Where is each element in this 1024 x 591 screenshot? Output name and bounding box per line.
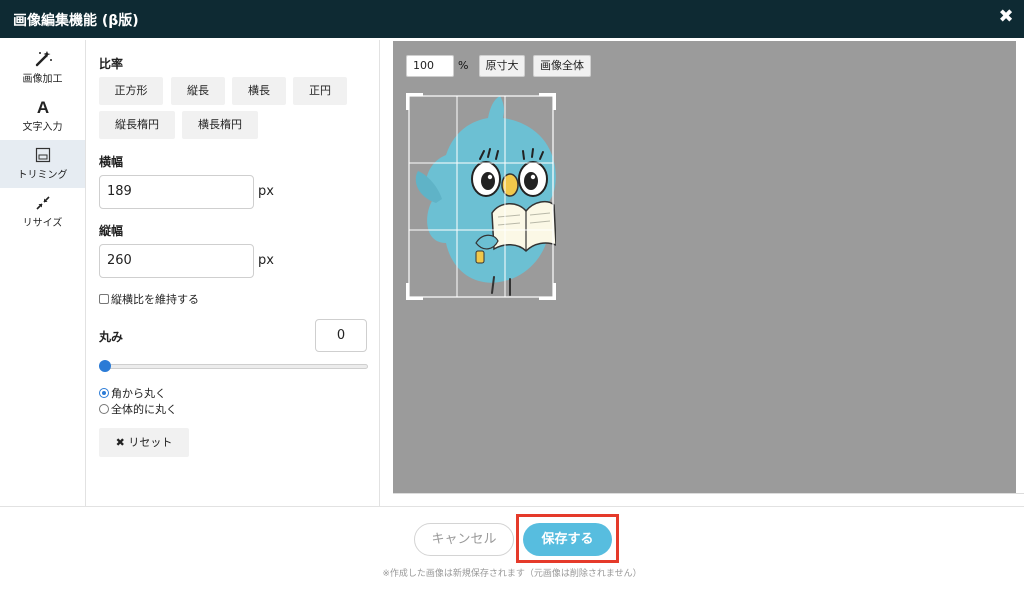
width-input[interactable]: 189 [99, 175, 254, 209]
ratio-label: 比率 [99, 57, 124, 71]
bird-illustration [415, 96, 556, 296]
bird-right-eye-shine [530, 174, 536, 180]
svg-text:A: A [36, 98, 48, 116]
title-bar: 画像編集機能 (β版) ✖ [0, 0, 1024, 38]
open-book [491, 200, 556, 253]
round-overall-radio[interactable]: 全体的に丸く [99, 401, 177, 417]
slider-track[interactable] [99, 364, 368, 369]
zoom-input[interactable]: 100 [406, 55, 454, 77]
sidebar-item-resize[interactable]: リサイズ [0, 188, 85, 236]
window-title: 画像編集機能 (β版) [13, 13, 139, 29]
close-icon[interactable]: ✖ [996, 7, 1016, 27]
rounding-slider[interactable] [99, 359, 368, 375]
radio-indicator[interactable] [99, 404, 109, 414]
bird-right-pupil [524, 172, 538, 190]
round-overall-label: 全体的に丸く [111, 403, 177, 416]
sidebar-item-label: 文字入力 [22, 122, 63, 133]
reset-label: リセット [128, 436, 173, 449]
radio-indicator[interactable] [99, 388, 109, 398]
width-unit: px [258, 184, 274, 199]
round-from-corners-label: 角から丸く [111, 387, 166, 400]
height-label: 縦幅 [99, 224, 124, 238]
crop-handle-top-left[interactable] [406, 93, 424, 111]
save-button[interactable]: 保存する [523, 523, 612, 556]
fit-image-button[interactable]: 画像全体 [533, 55, 591, 77]
tool-sidebar: 画像加工 A 文字入力 トリミング リサイズ [0, 40, 86, 506]
crop-area[interactable] [406, 93, 556, 300]
text-a-icon: A [36, 98, 48, 116]
crop-handle-bottom-right[interactable] [539, 283, 556, 300]
reset-button[interactable]: ✖ リセット [99, 428, 189, 457]
zoom-unit: % [458, 59, 469, 72]
sidebar-item-text-input[interactable]: A 文字入力 [0, 92, 85, 140]
sidebar-item-label: 画像加工 [22, 74, 63, 85]
ratio-circle-button[interactable]: 正円 [293, 77, 347, 105]
checkbox-box[interactable] [99, 294, 109, 304]
ratio-landscape-button[interactable]: 横長 [232, 77, 286, 105]
x-icon: ✖ [115, 436, 125, 449]
resize-arrows-icon [35, 196, 50, 210]
cancel-button[interactable]: キャンセル [414, 523, 514, 556]
save-note: ※作成した画像は新規保存されます（元画像は削除されません） [382, 569, 642, 579]
original-size-button[interactable]: 原寸大 [479, 55, 525, 77]
sidebar-item-trimming[interactable]: トリミング [0, 140, 85, 188]
trimming-settings-panel: 比率 正方形 縦長 横長 正円 縦長楕円 横長楕円 横幅 189 px 縦幅 2… [86, 40, 380, 506]
round-from-corners-radio[interactable]: 角から丸く [99, 385, 166, 401]
ratio-portrait-ellipse-button[interactable]: 縦長楕円 [99, 111, 175, 139]
bird-beak [501, 173, 519, 197]
rounding-label: 丸み [99, 330, 124, 344]
crop-handle-top-right[interactable] [539, 93, 556, 111]
rounding-value-input[interactable]: 0 [315, 319, 367, 352]
sidebar-item-label: トリミング [17, 170, 68, 181]
height-input[interactable]: 260 [99, 244, 254, 278]
crop-handle-bottom-left[interactable] [406, 283, 424, 300]
ratio-square-button[interactable]: 正方形 [99, 77, 163, 105]
width-label: 横幅 [99, 155, 124, 169]
bird-foot-item [475, 250, 485, 264]
sidebar-item-label: リサイズ [22, 218, 63, 229]
canvas-divider [393, 493, 1024, 494]
bird-left-pupil [481, 172, 495, 190]
ratio-landscape-ellipse-button[interactable]: 横長楕円 [182, 111, 258, 139]
sidebar-item-image-effects[interactable]: 画像加工 [0, 44, 85, 92]
height-unit: px [258, 253, 274, 268]
magic-wand-icon [35, 51, 52, 67]
footer-divider [0, 506, 1024, 507]
image-canvas[interactable]: 100 % 原寸大 画像全体 [393, 41, 1016, 493]
crop-frame-icon [35, 147, 50, 163]
keep-aspect-ratio-label: 縦横比を維持する [111, 293, 199, 306]
bird-left-eye-shine [487, 174, 493, 180]
keep-aspect-ratio-checkbox[interactable]: 縦横比を維持する [99, 291, 199, 307]
ratio-portrait-button[interactable]: 縦長 [171, 77, 225, 105]
slider-thumb[interactable] [99, 360, 111, 372]
